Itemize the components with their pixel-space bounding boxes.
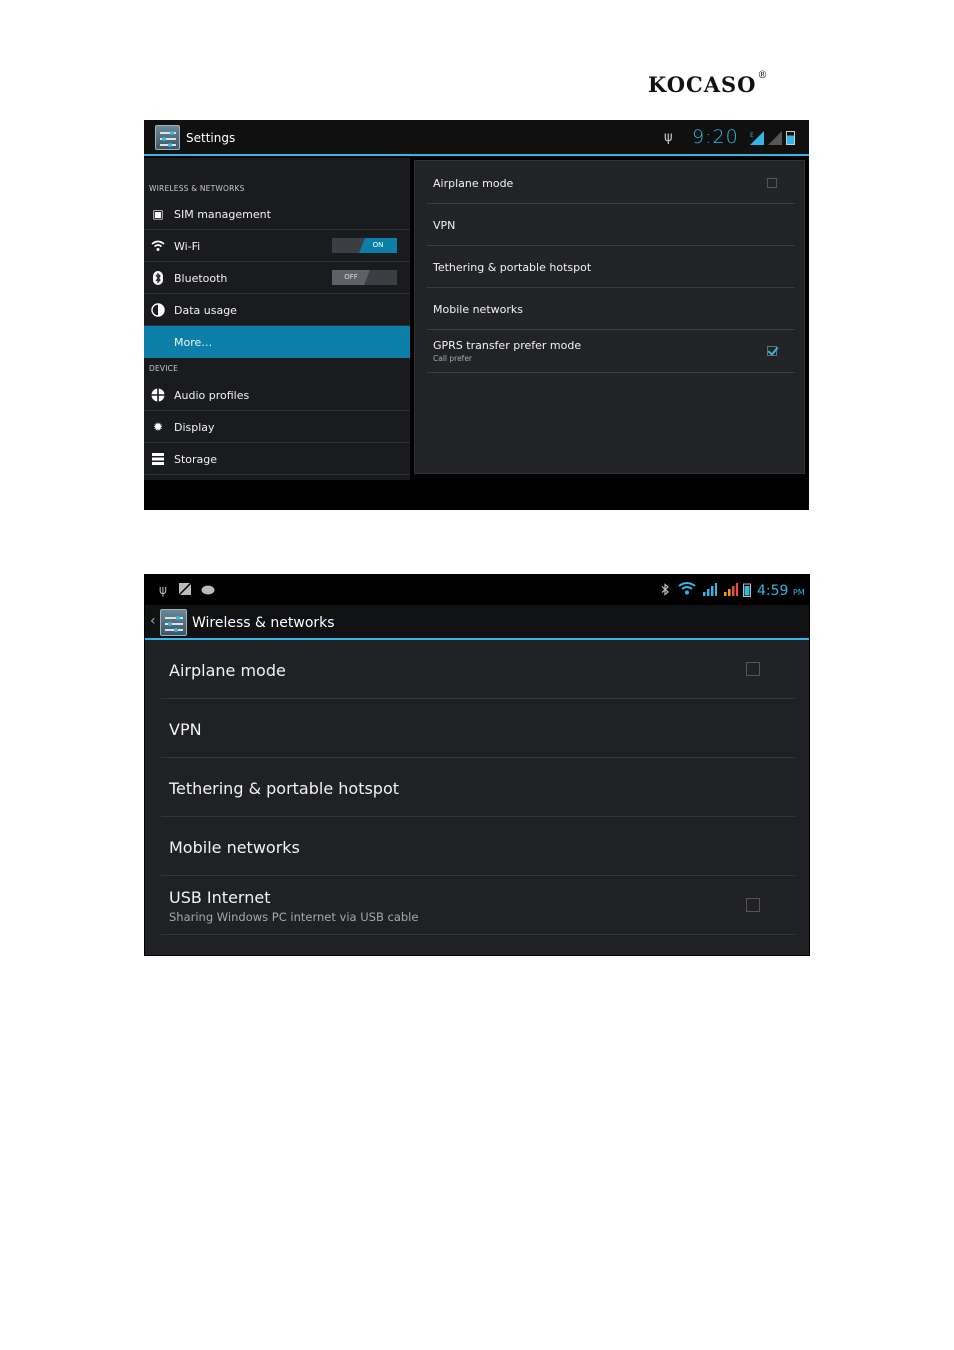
settings-app-icon[interactable] [155,125,180,150]
audio-icon [151,388,165,402]
signal-icon-2 [768,131,782,145]
wifi-icon [151,239,165,253]
action-bar: Settings ψ 9:20 E [144,120,809,156]
page-title: Wireless & networks [192,615,335,631]
setting-label: GPRS transfer prefer mode [433,339,582,352]
sidebar-item-audio-profiles[interactable]: Audio profiles [144,379,410,411]
setting-gprs-transfer[interactable]: GPRS transfer prefer mode Call prefer [427,330,795,373]
setting-label: VPN [169,720,202,739]
setting-label: VPN [433,219,456,232]
settings-screenshot: Settings ψ 9:20 E WIRELESS & NETWORKS ▣ … [144,120,809,510]
detail-panel: Airplane mode VPN Tethering & portable h… [414,160,805,474]
sidebar-item-label: Display [174,421,215,434]
sidebar-item-data-usage[interactable]: Data usage [144,294,410,326]
sidebar-item-wifi[interactable]: Wi-Fi ON [144,230,410,262]
setting-label: Tethering & portable hotspot [169,779,400,798]
setting-label: USB Internet [169,888,271,907]
sidebar-item-more[interactable]: More… [144,326,410,358]
back-chevron-icon[interactable]: ‹ [150,613,156,629]
setting-usb-internet[interactable]: USB Internet Sharing Windows PC internet… [161,876,795,935]
signal-icon-2 [723,583,738,599]
setting-summary: Sharing Windows PC internet via USB cabl… [169,910,419,924]
battery-icon [743,583,751,600]
sidebar-item-label: Storage [174,453,218,466]
wifi-toggle[interactable]: ON [332,238,397,253]
setting-mobile-networks[interactable]: Mobile networks [161,817,795,876]
battery-icon [786,131,795,145]
bluetooth-icon [661,583,670,599]
sidebar-item-label: SIM management [174,208,271,221]
kocaso-logo: KOCASO® [648,70,769,97]
section-wireless: WIRELESS & NETWORKS [149,184,245,193]
wireless-networks-screenshot: ψ 4:59 PM ‹ Wireless & networks Airplane… [144,574,810,956]
settings-sidebar: WIRELESS & NETWORKS ▣ SIM management Wi-… [144,158,410,480]
settings-app-icon[interactable] [160,609,187,636]
setting-label: Mobile networks [433,303,523,316]
android-debug-icon [201,583,215,598]
sidebar-item-label: Bluetooth [174,272,228,285]
sidebar-item-label: Wi-Fi [174,240,201,253]
setting-mobile-networks[interactable]: Mobile networks [427,288,795,330]
setting-tethering[interactable]: Tethering & portable hotspot [161,758,795,817]
data-usage-icon [151,303,165,317]
bluetooth-icon [151,271,165,285]
storage-icon [151,452,165,466]
airplane-mode-checkbox[interactable] [767,178,777,188]
action-bar: ‹ Wireless & networks [145,605,809,640]
usb-icon: ψ [159,583,167,597]
gprs-checkbox[interactable] [767,346,777,356]
usb-internet-checkbox[interactable] [746,898,760,912]
setting-label: Airplane mode [433,177,514,190]
sidebar-item-label: Audio profiles [174,389,250,402]
setting-vpn[interactable]: VPN [427,204,795,246]
display-icon: ✹ [152,420,164,434]
sidebar-item-label: More… [174,336,213,349]
setting-airplane-mode[interactable]: Airplane mode [161,640,795,699]
sidebar-item-bluetooth[interactable]: Bluetooth OFF [144,262,410,294]
setting-vpn[interactable]: VPN [161,699,795,758]
sidebar-item-label: Data usage [174,304,237,317]
usb-icon: ψ [664,130,673,145]
status-clock: 9:20 [692,126,739,148]
detail-pane: Airplane mode VPN Tethering & portable h… [412,158,807,478]
signal-icon [702,583,717,599]
navigation-bar [144,480,809,510]
setting-summary: Call prefer [433,354,473,363]
action-bar-title: Settings [186,131,236,145]
status-clock: 4:59 PM [757,583,805,599]
sim-icon: ▣ [152,207,164,221]
setting-tethering[interactable]: Tethering & portable hotspot [427,246,795,288]
setting-airplane-mode[interactable]: Airplane mode [427,162,795,204]
screenshot-icon [178,582,192,598]
wifi-icon [678,581,696,598]
sidebar-item-storage[interactable]: Storage [144,443,410,475]
bluetooth-toggle[interactable]: OFF [332,270,397,285]
setting-label: Mobile networks [169,838,300,857]
signal-icon: E [750,131,764,145]
section-device: DEVICE [149,364,179,373]
sidebar-item-display[interactable]: ✹ Display [144,411,410,443]
svg-text:E: E [750,132,754,139]
sidebar-item-sim[interactable]: ▣ SIM management [144,198,410,230]
status-bar: ψ 4:59 PM [145,575,809,605]
setting-label: Tethering & portable hotspot [433,261,592,274]
setting-label: Airplane mode [169,661,286,680]
airplane-mode-checkbox[interactable] [746,662,760,676]
